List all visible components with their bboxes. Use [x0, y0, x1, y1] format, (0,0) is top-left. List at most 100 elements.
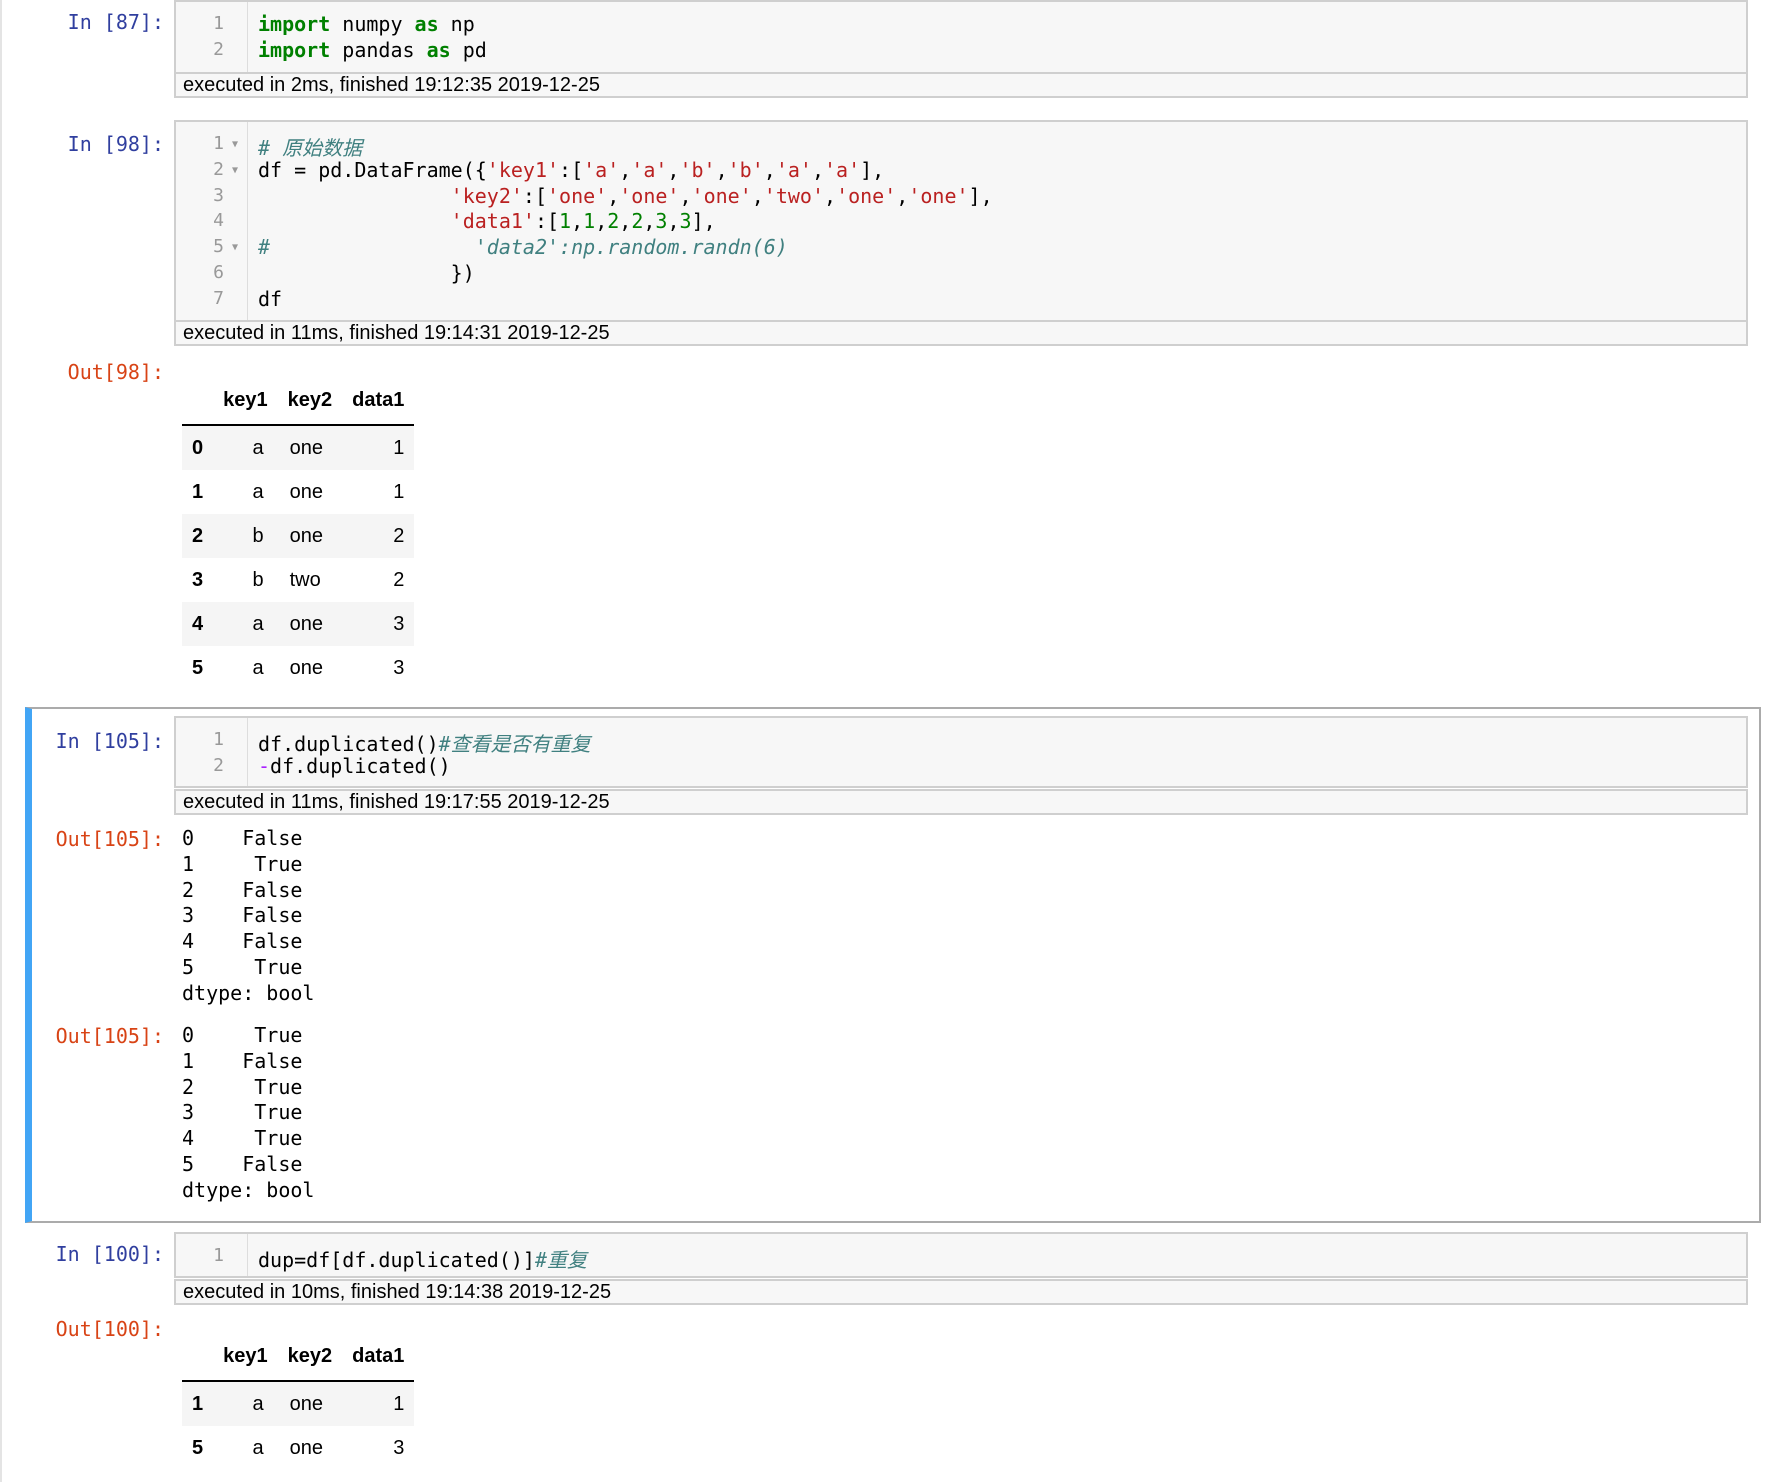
- fold-arrow-icon[interactable]: ▼: [232, 242, 238, 253]
- execution-timing: executed in 11ms, finished 19:14:31 2019…: [174, 320, 1748, 346]
- line-number-gutter: 12: [176, 2, 248, 72]
- table-cell: one: [289, 612, 323, 635]
- table-cell: 1: [393, 436, 405, 459]
- column-header: data1: [342, 376, 415, 426]
- table-cell: one: [289, 524, 323, 547]
- table-cell: a: [252, 436, 264, 459]
- table-cell: a: [252, 1392, 264, 1415]
- series-output: 0 True 1 False 2 True 3 True 4 True 5 Fa…: [182, 1023, 315, 1202]
- table-cell: 2: [393, 524, 405, 547]
- code-line: }): [258, 261, 475, 285]
- table-cell: a: [252, 612, 264, 635]
- index-header: [182, 376, 214, 426]
- row-index: 2: [192, 524, 204, 547]
- table-cell: b: [252, 524, 264, 547]
- line-number: 1: [213, 729, 224, 750]
- table-row: 5 a one 3: [182, 646, 414, 690]
- row-index: 1: [192, 480, 204, 503]
- fold-arrow-icon[interactable]: ▼: [232, 165, 238, 176]
- dataframe-table: key1 key2 data1 0 a one 1 1 a one 1 2 b one 2 3 b two 2 4 a o…: [182, 376, 415, 690]
- table-cell: one: [289, 480, 323, 503]
- line-number-gutter: 1: [176, 1234, 248, 1276]
- table-row: 2 b one 2: [182, 514, 415, 558]
- line-number: 5: [213, 236, 224, 258]
- code-line: df = pd.DataFrame({'key1':['a','a','b','…: [258, 157, 885, 182]
- column-header: key1: [213, 1332, 278, 1382]
- code-editor[interactable]: 1 2 df.duplicated()#查看是否有重复 -df.duplicated(…: [174, 716, 1748, 788]
- output-prompt: Out[105]:: [55, 827, 164, 851]
- code-line: 'key2':['one','one','one','two','one','o…: [450, 183, 993, 208]
- code-line: # 原始数据: [258, 136, 363, 160]
- code-line: 'data1':[1,1,2,2,3,3],: [450, 209, 716, 234]
- code-line: import numpy as np: [258, 12, 475, 36]
- table-row: 1 a one 1: [182, 1381, 415, 1426]
- code-editor[interactable]: 1 ▼ 2 ▼ 3 4 5 ▼ 6 7 # 原始数据 df = pd.DataFrame({'key1…: [174, 120, 1748, 322]
- column-header: key2: [277, 1332, 343, 1382]
- table-row: 0 a one 1: [182, 425, 415, 470]
- output-prompt: Out[105]:: [55, 1024, 164, 1048]
- table-cell: one: [289, 436, 323, 459]
- row-index: 5: [192, 656, 204, 679]
- index-header: [182, 1332, 214, 1382]
- line-number: 1: [213, 1245, 224, 1266]
- line-number: 7: [213, 287, 224, 309]
- row-index: 0: [192, 436, 204, 459]
- line-number: 3: [213, 184, 224, 206]
- line-number: 2: [213, 754, 224, 776]
- table-cell: 3: [393, 1436, 405, 1459]
- table-row: 1 a one 1: [182, 470, 414, 514]
- output-prompt: Out[98]:: [67, 360, 164, 384]
- table-cell: two: [289, 568, 321, 591]
- execution-timing: executed in 10ms, finished 19:14:38 2019…: [174, 1279, 1748, 1305]
- table-cell: 3: [393, 612, 405, 635]
- code-line: dup=df[df.duplicated()]#重复: [258, 1248, 587, 1272]
- code-line: -df.duplicated(): [258, 753, 451, 778]
- execution-timing: executed in 11ms, finished 19:17:55 2019…: [174, 789, 1748, 815]
- table-cell: 1: [393, 480, 405, 503]
- row-index: 1: [192, 1392, 204, 1415]
- input-prompt: In [105]:: [55, 729, 164, 753]
- column-header: data1: [342, 1332, 415, 1382]
- table-cell: 1: [393, 1392, 405, 1415]
- table-row: 4 a one 3: [182, 602, 415, 646]
- table-cell: a: [252, 656, 264, 679]
- code-editor[interactable]: 1 dup=df[df.duplicated()]#重复: [174, 1232, 1748, 1278]
- row-index: 3: [192, 568, 204, 591]
- input-prompt: In [98]:: [67, 132, 164, 156]
- dataframe-table: key1 key2 data1 1 a one 1 5 a one 3: [182, 1332, 415, 1470]
- code-line: df: [258, 286, 283, 311]
- input-prompt: In [100]:: [55, 1242, 164, 1266]
- table-cell: one: [289, 656, 323, 679]
- fold-arrow-icon[interactable]: ▼: [232, 139, 238, 150]
- code-line: # 'data2':np.random.randn(6): [258, 235, 788, 260]
- table-cell: b: [252, 568, 264, 591]
- line-number: 2: [213, 158, 224, 180]
- table-row: 3 b two 2: [182, 558, 414, 602]
- table-cell: one: [289, 1392, 323, 1415]
- table-cell: 2: [393, 568, 405, 591]
- series-output: 0 False 1 True 2 False 3 False 4 False 5…: [182, 826, 315, 1005]
- line-number-gutter: 1 ▼ 2 ▼ 3 4 5 ▼ 6 7: [176, 122, 248, 320]
- line-number-gutter: 12: [176, 718, 248, 786]
- table-cell: a: [252, 480, 264, 503]
- code-editor[interactable]: 1 2 import numpy as np import pandas as pd: [174, 0, 1748, 74]
- table-cell: 3: [393, 656, 405, 679]
- column-header: key1: [213, 376, 278, 426]
- code-line: import pandas as pd: [258, 37, 487, 62]
- line-number: 1: [213, 13, 224, 34]
- table-cell: a: [252, 1436, 264, 1459]
- table-cell: one: [289, 1436, 323, 1459]
- line-number: 6: [213, 262, 224, 283]
- output-prompt: Out[100]:: [55, 1317, 164, 1341]
- row-index: 4: [192, 612, 204, 635]
- line-number: 1: [213, 133, 224, 154]
- execution-timing: executed in 2ms, finished 19:12:35 2019-…: [174, 72, 1748, 98]
- line-number: 2: [213, 38, 224, 60]
- line-number: 4: [213, 210, 224, 232]
- column-header: key2: [277, 376, 343, 426]
- row-index: 5: [192, 1436, 204, 1459]
- page-left-edge: [0, 0, 2, 1482]
- code-line: df.duplicated()#查看是否有重复: [258, 732, 591, 756]
- input-prompt: In [87]:: [67, 10, 164, 34]
- table-row: 5 a one 3: [182, 1426, 414, 1470]
